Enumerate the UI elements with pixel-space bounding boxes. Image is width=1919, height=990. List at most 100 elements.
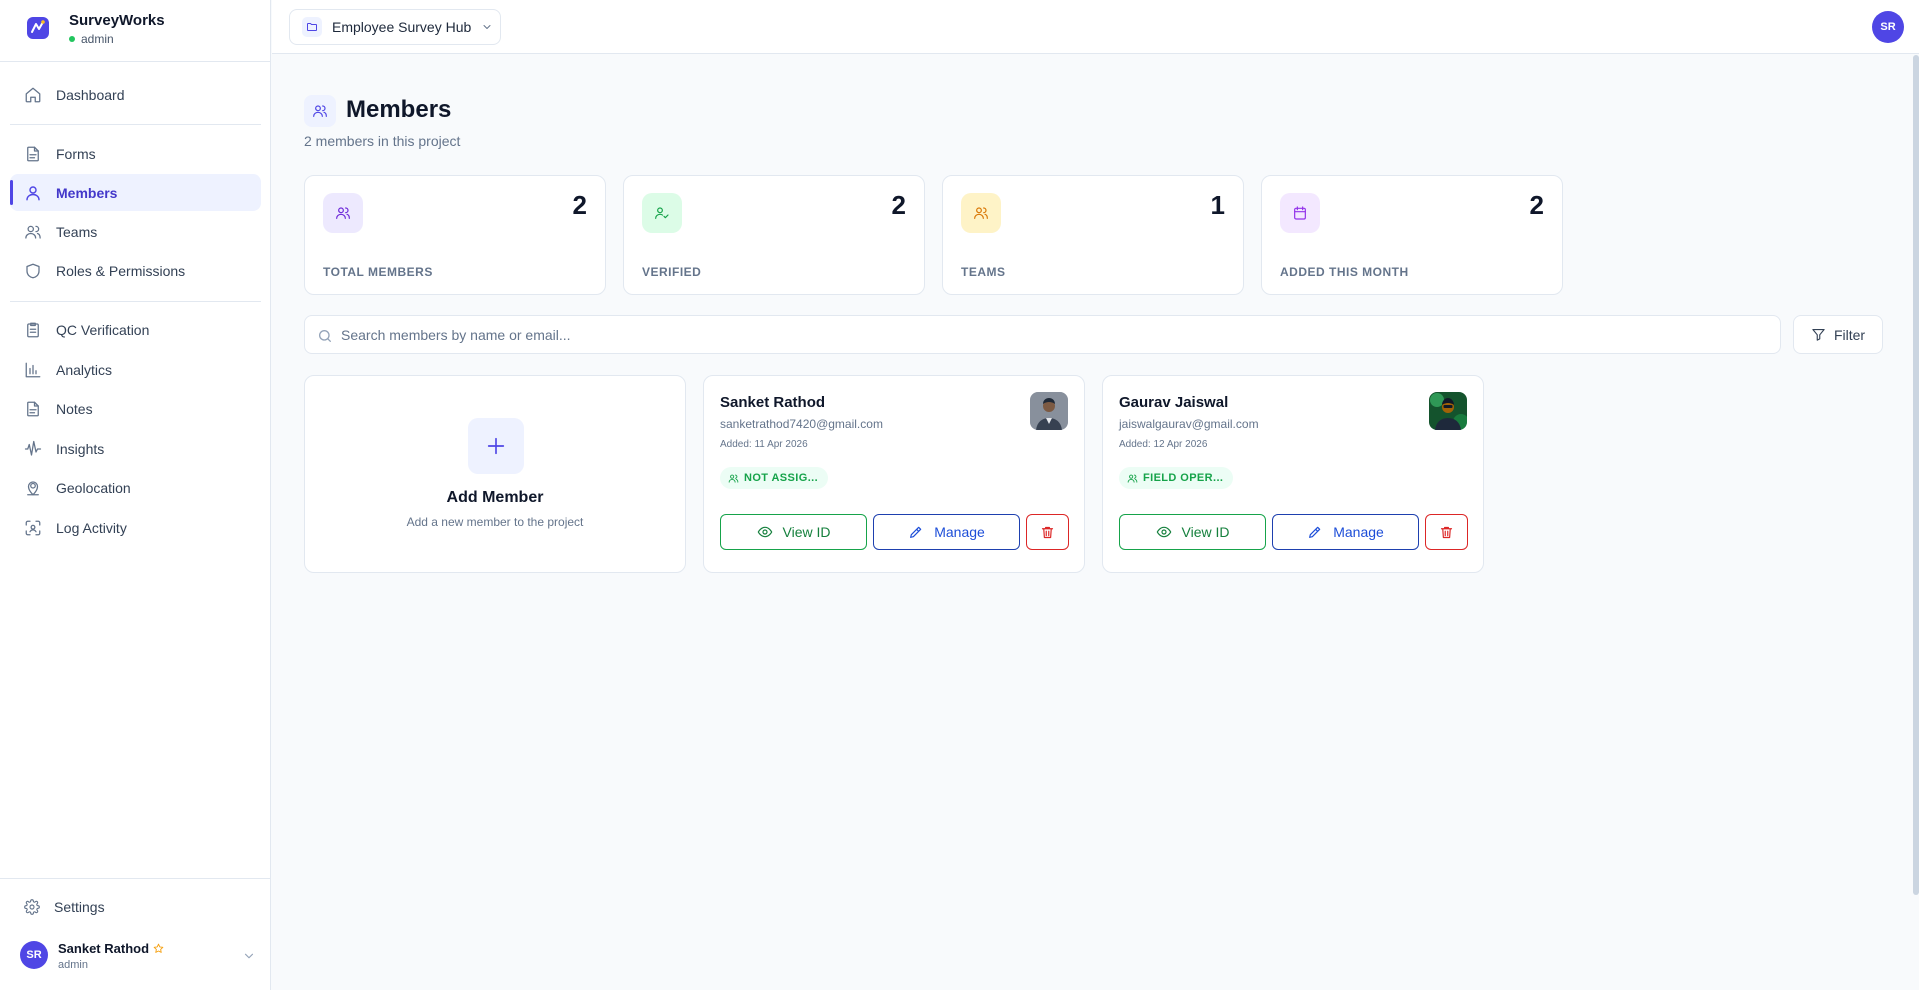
users-icon — [1127, 474, 1138, 483]
pencil-icon — [910, 526, 922, 538]
view-id-button[interactable]: View ID — [720, 514, 867, 550]
user-role: admin — [58, 959, 88, 971]
sidebar-divider — [10, 124, 261, 125]
stat-card-verified: 2 VERIFIED — [623, 175, 925, 295]
status-badge: NOT ASSIG... — [720, 467, 829, 489]
filter-icon — [1812, 328, 1825, 341]
delete-button[interactable] — [1425, 514, 1468, 550]
scrollbar[interactable] — [1913, 55, 1919, 895]
sidebar-item-settings[interactable]: Settings — [24, 899, 105, 915]
stat-card-teams: 1 TEAMS — [942, 175, 1244, 295]
page-subtitle: 2 members in this project — [304, 133, 461, 149]
manage-button[interactable]: Manage — [873, 514, 1020, 550]
avatar: SR — [20, 941, 48, 969]
sidebar-item-label: Forms — [56, 145, 96, 162]
add-member-title: Add Member — [446, 489, 544, 506]
member-email: jaiswalgaurav@gmail.com — [1119, 417, 1259, 431]
stat-value: 2 — [891, 190, 906, 220]
sidebar-item-label: Analytics — [56, 361, 113, 378]
stat-label: TOTAL MEMBERS — [323, 265, 433, 279]
sidebar-item-analytics[interactable]: Analytics — [10, 351, 261, 388]
view-id-label: View ID — [1181, 524, 1230, 540]
manage-label: Manage — [934, 524, 985, 540]
sidebar-item-members[interactable]: Members — [10, 174, 261, 211]
member-added-date: Added: 11 Apr 2026 — [720, 439, 808, 450]
user-icon — [26, 185, 40, 200]
manage-button[interactable]: Manage — [1272, 514, 1419, 550]
sidebar-item-roles[interactable]: Roles & Permissions — [10, 252, 261, 289]
view-id-button[interactable]: View ID — [1119, 514, 1266, 550]
pencil-icon — [1309, 526, 1321, 538]
stat-card-total-members: 2 TOTAL MEMBERS — [304, 175, 606, 295]
plus-icon — [468, 418, 524, 474]
stat-card-added-this-month: 2 ADDED THIS MONTH — [1261, 175, 1563, 295]
sidebar-item-label: Geolocation — [56, 479, 131, 496]
sidebar-item-label: QC Verification — [56, 321, 150, 338]
stat-label: VERIFIED — [642, 265, 702, 279]
sidebar-item-forms[interactable]: Forms — [10, 135, 261, 172]
sidebar-divider — [10, 301, 261, 302]
sidebar-item-label: Dashboard — [56, 86, 125, 103]
sidebar-item-notes[interactable]: Notes — [10, 390, 261, 427]
page-title: Members — [346, 96, 452, 123]
file-icon — [27, 401, 39, 416]
search-input[interactable] — [341, 316, 1771, 353]
member-name: Sanket Rathod — [720, 394, 826, 411]
waveform-icon — [24, 440, 42, 456]
member-card: Gaurav Jaiswal jaiswalgaurav@gmail.com A… — [1102, 375, 1484, 573]
filter-button[interactable]: Filter — [1793, 315, 1883, 354]
sidebar-item-label: Members — [56, 184, 118, 201]
online-status-dot — [69, 36, 75, 42]
sidebar-item-geolocation[interactable]: Geolocation — [10, 469, 261, 506]
brand-role-label: admin — [81, 32, 114, 46]
status-badge: FIELD OPER... — [1119, 467, 1234, 489]
surveyworks-logo-icon[interactable] — [22, 12, 54, 44]
users-icon — [25, 225, 41, 239]
sidebar-item-label: Roles & Permissions — [56, 262, 186, 279]
member-name: Gaurav Jaiswal — [1119, 394, 1229, 411]
brand-header: SurveyWorks admin — [0, 0, 271, 62]
sidebar-item-teams[interactable]: Teams — [10, 213, 261, 250]
users-icon — [323, 193, 363, 233]
add-member-card[interactable]: Add Member Add a new member to the proje… — [304, 375, 686, 573]
trash-icon — [1440, 526, 1453, 538]
sidebar-item-insights[interactable]: Insights — [10, 430, 261, 467]
member-card: Sanket Rathod sanketrathod7420@gmail.com… — [703, 375, 1085, 573]
user-check-icon — [642, 193, 682, 233]
user-menu[interactable]: SR Sanket Rathod admin — [20, 941, 256, 977]
filter-label: Filter — [1833, 326, 1866, 343]
member-avatar — [1429, 392, 1467, 430]
sidebar-item-label: Teams — [56, 223, 98, 240]
project-selector[interactable]: Employee Survey Hub — [289, 9, 501, 45]
header-avatar[interactable]: SR — [1872, 11, 1904, 43]
users-icon — [961, 193, 1001, 233]
users-icon — [304, 95, 336, 127]
status-badge-label: FIELD OPER... — [1143, 472, 1224, 484]
eye-icon — [1156, 526, 1171, 538]
delete-button[interactable] — [1026, 514, 1069, 550]
chevron-down-icon — [483, 25, 491, 29]
member-added-date: Added: 12 Apr 2026 — [1119, 439, 1208, 450]
sidebar-item-label: Log Activity — [56, 519, 127, 536]
bar-chart-icon — [25, 362, 41, 377]
eye-icon — [757, 526, 772, 538]
sidebar-item-label: Insights — [56, 440, 105, 457]
trash-icon — [1041, 526, 1054, 538]
chevron-down-icon[interactable] — [242, 949, 256, 963]
folder-icon — [302, 17, 322, 37]
user-name-text: Sanket Rathod — [58, 941, 150, 956]
scan-icon — [25, 520, 41, 535]
stat-label: ADDED THIS MONTH — [1280, 265, 1409, 279]
sidebar-item-qc-verification[interactable]: QC Verification — [10, 311, 261, 348]
sidebar-item-log-activity[interactable]: Log Activity — [10, 509, 261, 546]
brand-role: admin — [69, 32, 114, 46]
users-icon — [728, 474, 739, 483]
clipboard-icon — [27, 322, 39, 337]
shield-icon — [26, 263, 40, 278]
search-icon — [319, 330, 331, 342]
file-icon — [27, 146, 39, 161]
add-member-subtitle: Add a new member to the project — [406, 515, 584, 529]
sidebar: SurveyWorks admin Dashboard Forms Member… — [0, 0, 271, 990]
search-bar — [304, 315, 1781, 354]
sidebar-item-dashboard[interactable]: Dashboard — [10, 76, 261, 113]
